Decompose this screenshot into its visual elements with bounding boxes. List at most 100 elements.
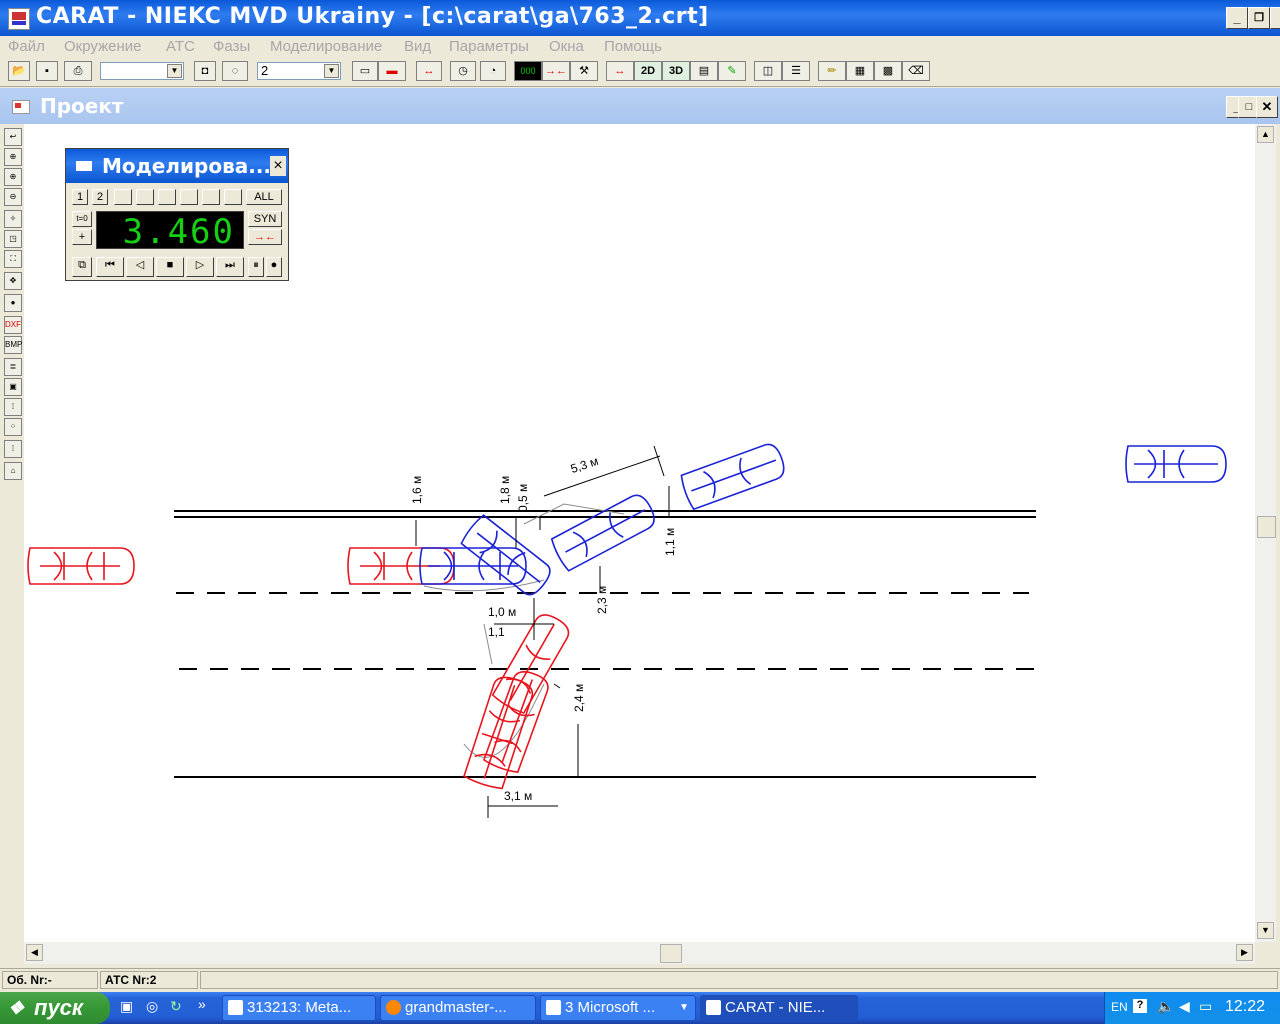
vertical-scrollbar[interactable]: ▲ ▼	[1255, 124, 1276, 942]
pan-icon[interactable]: ✥	[4, 272, 22, 290]
table-icon[interactable]: ▤	[690, 61, 718, 81]
menu-file[interactable]: Файл	[8, 38, 45, 55]
scroll-left-icon[interactable]: ◀	[26, 944, 43, 961]
chevron-down-icon[interactable]: ▼	[167, 64, 182, 78]
grid-icon[interactable]: ⁞	[4, 398, 22, 416]
phase-6-button[interactable]	[180, 189, 198, 205]
tools-icon[interactable]: ⚒	[570, 61, 598, 81]
zoom-frame-icon[interactable]: ◳	[4, 230, 22, 248]
dxf-button[interactable]: DXF	[4, 316, 22, 334]
scroll-down-icon[interactable]: ▼	[1257, 922, 1274, 939]
phase-2-button[interactable]: 2	[92, 189, 108, 205]
phase-5-button[interactable]	[158, 189, 176, 205]
start-button[interactable]: ❖ пуск	[0, 992, 110, 1024]
volume-icon[interactable]: 🔈	[1157, 998, 1174, 1015]
pause-icon[interactable]: ⏸	[248, 257, 264, 277]
quicklaunch-refresh-icon[interactable]: ↻	[170, 998, 190, 1018]
network-icon[interactable]: ▭	[1199, 998, 1212, 1015]
chevron-down-icon[interactable]: ▼	[324, 64, 339, 78]
quicklaunch-web-icon[interactable]: ◎	[146, 998, 166, 1018]
language-indicator[interactable]: EN	[1111, 1000, 1128, 1014]
clock-icon[interactable]: ◔	[480, 61, 506, 81]
menu-environment[interactable]: Окружение	[64, 38, 141, 55]
zoom-window-icon[interactable]: ⊕	[4, 168, 22, 186]
minimize-button[interactable]: _	[1226, 7, 1248, 29]
record-icon[interactable]: ●	[266, 257, 282, 277]
skip-end-icon[interactable]: ⏭	[216, 257, 244, 277]
stop-icon[interactable]: ■	[156, 257, 184, 277]
skip-start-icon[interactable]: ⏮	[96, 257, 124, 277]
scale-combo[interactable]: ▼	[100, 62, 184, 80]
zoom-all-icon[interactable]: ✧	[4, 210, 22, 228]
counter-icon[interactable]: 000	[514, 61, 542, 81]
menu-view[interactable]: Вид	[404, 38, 431, 55]
undo-icon[interactable]: ↩	[4, 128, 22, 146]
quicklaunch-app-icon[interactable]: ▣	[120, 998, 140, 1018]
taskbar-item-meta[interactable]: 313213: Meta...	[222, 995, 376, 1021]
menu-help[interactable]: Помощь	[604, 38, 662, 55]
fit-icon[interactable]: ⛶	[4, 250, 22, 268]
phase-4-button[interactable]	[136, 189, 154, 205]
menu-parameters[interactable]: Параметры	[449, 38, 529, 55]
taskbar-item-carat[interactable]: CARAT - NIE...	[700, 995, 858, 1021]
horizontal-scroll-thumb[interactable]	[660, 944, 682, 963]
vertical-scroll-thumb[interactable]	[1257, 516, 1276, 538]
road-icon[interactable]: ◌	[222, 61, 248, 81]
menu-phases[interactable]: Фазы	[213, 38, 250, 55]
mesh-icon[interactable]: ⁞	[4, 440, 22, 458]
vehicle-combo[interactable]: 2 ▼	[257, 62, 341, 80]
child-close-button[interactable]: ✕	[1256, 96, 1278, 118]
help-icon[interactable]: ?	[1133, 999, 1147, 1013]
phase-8-button[interactable]	[224, 189, 242, 205]
dots-icon[interactable]: ⁘	[4, 418, 22, 436]
collapse-tray-icon[interactable]: ◀	[1179, 998, 1190, 1015]
house-icon[interactable]: ⌂	[4, 462, 22, 480]
carat-app-icon[interactable]	[8, 8, 30, 30]
phase-1-button[interactable]: 1	[72, 189, 88, 205]
pencil-icon[interactable]: ✏	[818, 61, 846, 81]
document-icon[interactable]	[12, 100, 30, 114]
menu-windows[interactable]: Окна	[549, 38, 584, 55]
menu-vehicles[interactable]: АТС	[166, 38, 195, 55]
bmp-button[interactable]: BMP	[4, 336, 22, 354]
stopwatch-icon[interactable]: ◷	[450, 61, 476, 81]
calculator-icon[interactable]: ▦	[846, 61, 874, 81]
zoom-in-icon[interactable]: ⊕	[4, 148, 22, 166]
layers-icon[interactable]: ≣	[4, 358, 22, 376]
taskbar-item-word[interactable]: 3 Microsoft ... ▼	[540, 995, 696, 1021]
vehicle-icon[interactable]: ▭	[352, 61, 378, 81]
restore-button[interactable]: ❐	[1248, 7, 1270, 29]
sync-button[interactable]: SYN	[248, 211, 282, 227]
film-icon[interactable]: ▣	[4, 378, 22, 396]
phase-7-button[interactable]	[202, 189, 220, 205]
sync-arrows-icon[interactable]: →←	[542, 61, 570, 81]
split-vertical-icon[interactable]: ◫	[754, 61, 782, 81]
calc-scale-icon[interactable]: ▩	[874, 61, 902, 81]
dimension-icon[interactable]: ↔	[606, 61, 634, 81]
view-3d-button[interactable]: 3D	[662, 61, 690, 81]
all-phases-button[interactable]: ALL	[246, 189, 282, 205]
measure-icon[interactable]: ↔	[416, 61, 442, 81]
point-icon[interactable]: ●	[4, 294, 22, 312]
copy-icon[interactable]: ⧉	[72, 257, 92, 277]
horizontal-scrollbar[interactable]: ◀ ▶	[24, 942, 1255, 964]
menu-simulation[interactable]: Моделирование	[270, 38, 382, 55]
print-icon[interactable]: ⎙	[64, 61, 92, 81]
split-horizontal-icon[interactable]: ☰	[782, 61, 810, 81]
simulation-close-button[interactable]: ×	[270, 156, 286, 176]
reset-time-button[interactable]: t=0	[72, 211, 92, 227]
eraser-icon[interactable]: ⌫	[902, 61, 930, 81]
sync-arrows-icon[interactable]: →←	[248, 229, 282, 245]
taskbar-item-browser[interactable]: grandmaster-...	[380, 995, 536, 1021]
object-icon[interactable]: ◘	[194, 61, 216, 81]
zoom-out-icon[interactable]: ⊖	[4, 188, 22, 206]
play-back-icon[interactable]: ◁	[126, 257, 154, 277]
scroll-up-icon[interactable]: ▲	[1257, 126, 1274, 143]
save-icon[interactable]: ▪	[36, 61, 58, 81]
scroll-right-icon[interactable]: ▶	[1236, 944, 1253, 961]
view-2d-button[interactable]: 2D	[634, 61, 662, 81]
red-car-icon[interactable]: ▬	[378, 61, 406, 81]
chevron-right-icon[interactable]: »	[198, 996, 206, 1012]
add-button[interactable]: +	[72, 229, 92, 245]
phase-3-button[interactable]	[114, 189, 132, 205]
